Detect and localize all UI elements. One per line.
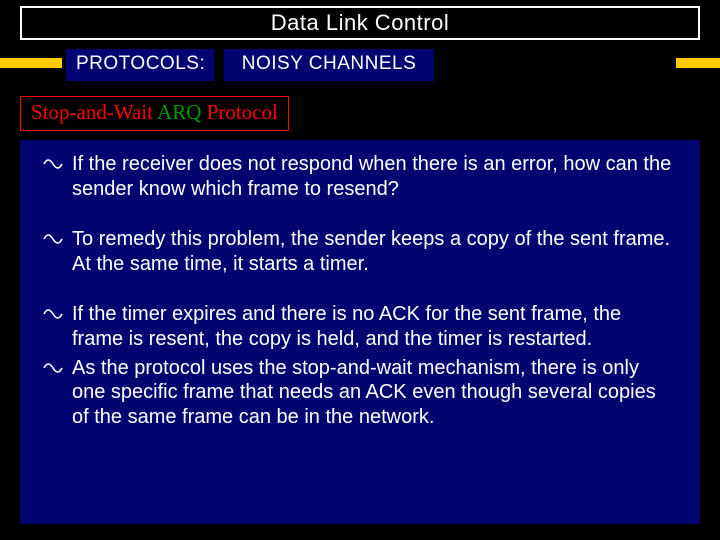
bullet-text: If the receiver does not respond when th… (72, 153, 671, 200)
body-panel: If the receiver does not respond when th… (20, 140, 700, 524)
list-item: If the receiver does not respond when th… (42, 152, 672, 201)
bullet-text: As the protocol uses the stop-and-wait m… (72, 357, 656, 428)
subtitle-part3: Protocol (201, 100, 277, 124)
accent-bar-left (0, 58, 62, 68)
subtitle-part2: ARQ (153, 100, 201, 124)
bullet-list: If the receiver does not respond when th… (42, 152, 672, 429)
bullet-text: To remedy this problem, the sender keeps… (72, 228, 670, 275)
chip-noisy-label: NOISY CHANNELS (242, 53, 417, 74)
flourish-icon (42, 306, 64, 322)
flourish-icon (42, 231, 64, 247)
flourish-icon (42, 360, 64, 376)
accent-bar-right (676, 58, 720, 68)
chip-noisy: NOISY CHANNELS (224, 49, 434, 81)
chip-protocols: PROTOCOLS: (66, 49, 214, 81)
list-item: If the timer expires and there is no ACK… (42, 302, 672, 351)
subtitle-part1: Stop-and-Wait (31, 100, 153, 124)
list-item: To remedy this problem, the sender keeps… (42, 227, 672, 276)
title-bar: Data Link Control (20, 6, 700, 40)
chip-protocols-label: PROTOCOLS: (76, 53, 205, 74)
bullet-text: If the timer expires and there is no ACK… (72, 303, 621, 350)
flourish-icon (42, 156, 64, 172)
subtitle-box: Stop-and-Wait ARQ Protocol (20, 96, 289, 131)
slide-title: Data Link Control (271, 10, 449, 36)
slide: Data Link Control PROTOCOLS: NOISY CHANN… (0, 0, 720, 540)
list-item: As the protocol uses the stop-and-wait m… (42, 356, 672, 430)
